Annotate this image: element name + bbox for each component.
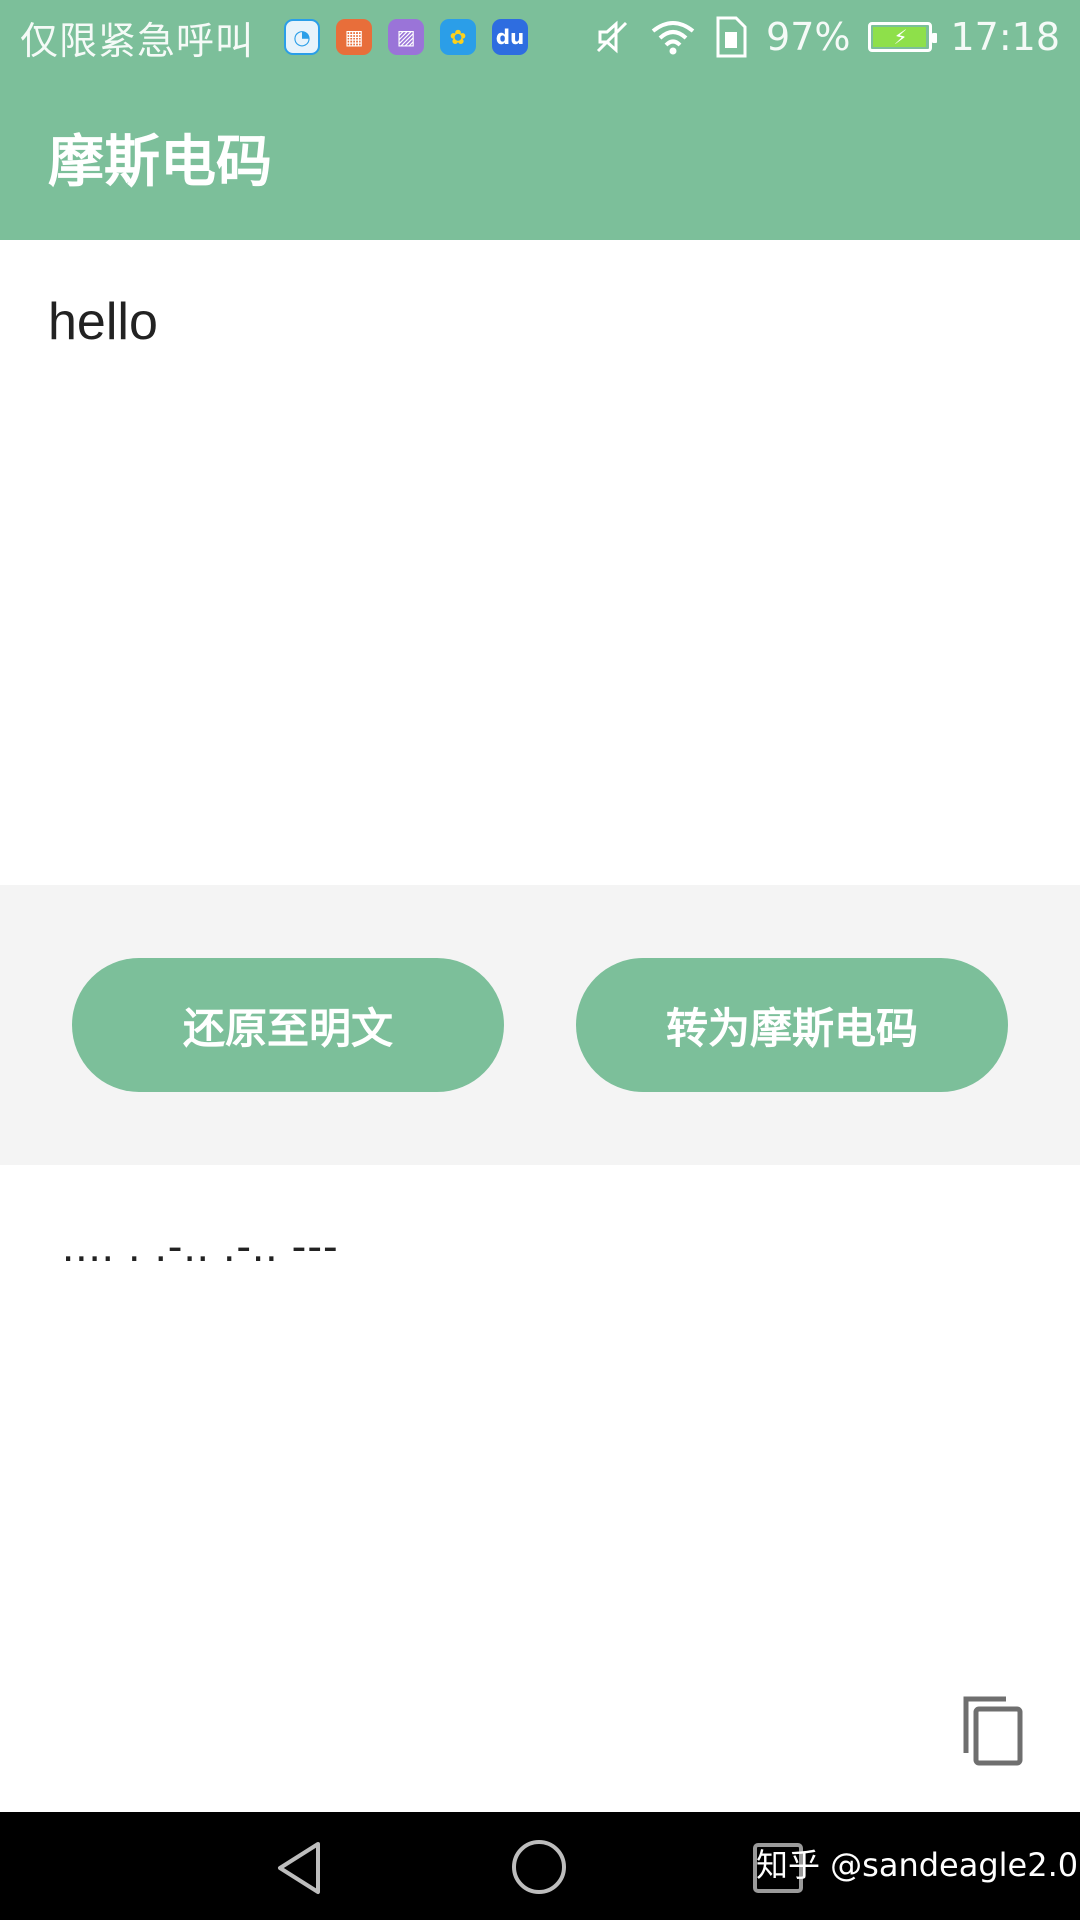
- bird-app-icon: ✿: [440, 19, 477, 55]
- status-bar-right: 97% ⚡ 17:18: [592, 15, 1060, 59]
- screen: 仅限紧急呼叫 ◔ ▦ ▨ ✿ du 97% ⚡ 17:18 摩斯电码 hello…: [0, 0, 1080, 1920]
- navigation-bar: 知乎 @sandeagle2.0: [0, 1812, 1080, 1920]
- battery-icon: ⚡: [868, 22, 938, 52]
- status-bar-left: 仅限紧急呼叫 ◔ ▦ ▨ ✿ du: [20, 10, 529, 65]
- plaintext-input[interactable]: [48, 292, 1032, 352]
- status-bar: 仅限紧急呼叫 ◔ ▦ ▨ ✿ du 97% ⚡ 17:18: [0, 0, 1080, 74]
- output-area: .... . .-.. .-.. ---: [0, 1165, 1080, 1812]
- button-band: 还原至明文 转为摩斯电码: [0, 885, 1080, 1165]
- copy-icon[interactable]: [960, 1693, 1026, 1767]
- input-area: [0, 240, 1080, 885]
- wifi-icon: [651, 21, 695, 55]
- home-icon[interactable]: [510, 1838, 568, 1896]
- browser-icon: ◔: [284, 19, 321, 55]
- watermark-text: 知乎 @sandeagle2.0: [756, 1846, 1079, 1884]
- charging-bolt-icon: ⚡: [893, 25, 908, 49]
- app-title: 摩斯电码: [48, 129, 272, 195]
- convert-to-morse-button[interactable]: 转为摩斯电码: [576, 958, 1008, 1092]
- gallery-icon: ▨: [388, 19, 425, 55]
- restore-plaintext-button[interactable]: 还原至明文: [72, 958, 504, 1092]
- battery-percent: 97%: [766, 15, 851, 59]
- baidu-icon: du: [492, 19, 529, 55]
- clock: 17:18: [950, 15, 1060, 59]
- back-icon[interactable]: [272, 1840, 328, 1896]
- sim-card-icon: [716, 16, 747, 58]
- morse-output-text: .... . .-.. .-.. ---: [62, 1222, 339, 1271]
- calendar-app-icon: ▦: [336, 19, 373, 55]
- app-bar: 摩斯电码: [0, 74, 1080, 240]
- mute-icon: [596, 20, 628, 54]
- carrier-text: 仅限紧急呼叫: [20, 18, 255, 63]
